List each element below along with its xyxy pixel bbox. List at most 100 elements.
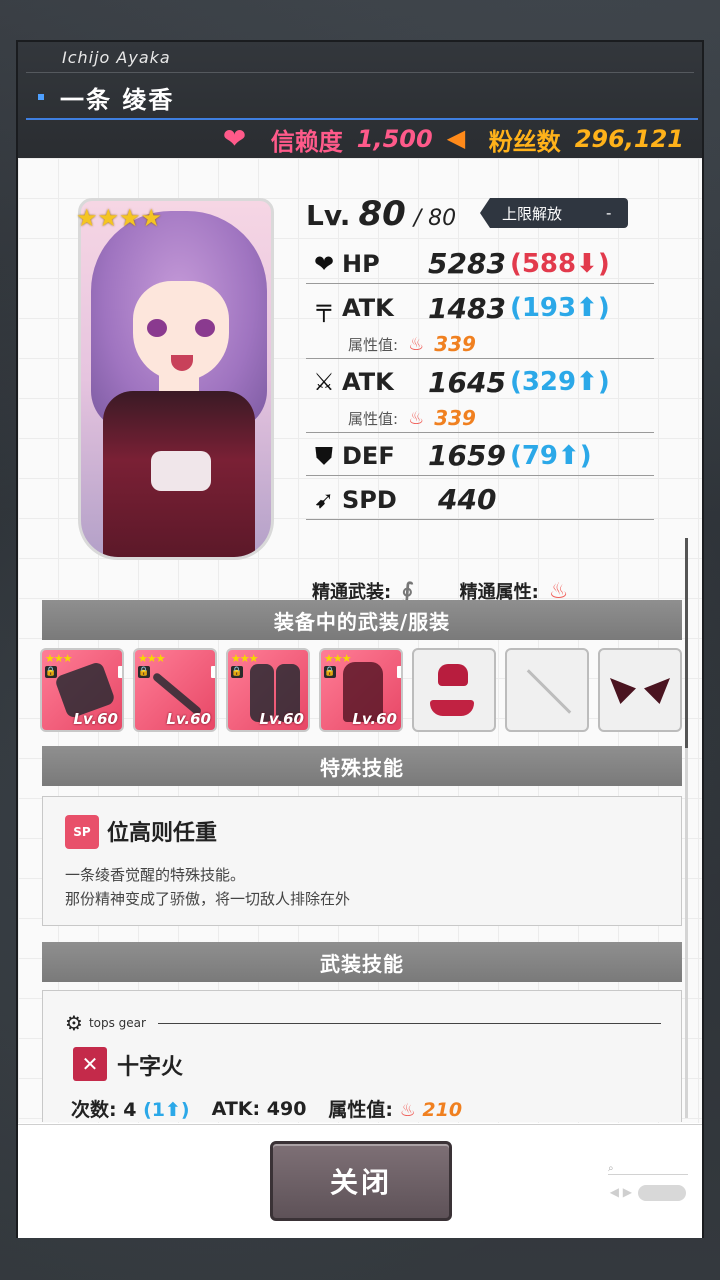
panel-footer: 关闭 ⌕ ◀ ▶ (18, 1124, 702, 1238)
attr-row-melee: 属性值: ♨ 339 (348, 406, 476, 430)
equip-side-tab (397, 666, 401, 678)
character-detail-panel: Ichijo Ayaka 一条 绫香 信赖度 1,500 粉丝数 296,121… (16, 40, 704, 1238)
fans-value: 296,121 (574, 125, 684, 153)
lock-icon: 🔒 (231, 666, 243, 678)
level-row: Lv. 80 / 80 (306, 194, 456, 234)
equip-slot-1[interactable]: ★★★ 🔒 Lv.60 (40, 648, 124, 732)
attr-value: 339 (434, 332, 476, 356)
equip-slot-3[interactable]: ★★★ 🔒 Lv.60 (226, 648, 310, 732)
cat-ears-icon (610, 678, 636, 704)
sp-skill-icon: SP (65, 815, 99, 849)
portrait-eye-right (195, 319, 215, 337)
fans-label: 粉丝数 (488, 127, 561, 156)
attr-group: 属性值: ♨ 210 (328, 1095, 462, 1122)
special-skill-header: 特殊技能 (42, 746, 682, 786)
search-icon: ⌕ (608, 1163, 688, 1175)
divider (306, 358, 654, 359)
weapon-skill-header: 武装技能 (42, 942, 682, 982)
count-group: 次数: 4 (1⬆) (71, 1095, 190, 1122)
equip-side-tab (211, 666, 215, 678)
header-divider (26, 72, 694, 73)
attr-label: 属性值: (348, 409, 399, 428)
character-name: 一条 绫香 (60, 86, 175, 114)
portrait-chest (151, 451, 211, 491)
attr-value: 339 (434, 406, 476, 430)
atk-group: ATK: 490 (212, 1098, 307, 1120)
count-value: 4 (123, 1099, 137, 1121)
weapon-skill-title: 十字火 (117, 1055, 184, 1080)
fire-icon: ♨ (408, 407, 425, 429)
stat-name: ATK (342, 368, 394, 396)
stat-value: 5283 (428, 247, 506, 280)
scrollbar-thumb[interactable] (685, 538, 688, 748)
count-label: 次数: (71, 1099, 117, 1121)
desc-line: 那份精神变成了骄傲，将一切敌人排除在外 (65, 890, 351, 908)
stat-name: HP (342, 249, 380, 278)
lock-icon: 🔒 (324, 666, 336, 678)
lock-icon: 🔒 (138, 666, 150, 678)
star-icon: ★★★★ (76, 204, 163, 232)
lock-icon: 🔒 (45, 666, 57, 678)
stat-row-hp: ❤ HP 5283 (588⬇) (306, 244, 654, 284)
stat-value: 1659 (428, 439, 506, 472)
stat-diff: (193⬆) (509, 293, 610, 323)
limit-break-badge[interactable]: 上限解放 - (480, 198, 628, 228)
special-skill-title: 位高则任重 (107, 821, 218, 846)
stat-name: DEF (342, 441, 395, 470)
megaphone-icon (447, 124, 475, 152)
name-underline (26, 118, 698, 120)
special-skill-card: SP 位高则任重 一条绫香觉醒的特殊技能。 那份精神变成了骄傲，将一切敌人排除在… (42, 796, 682, 926)
special-skill-desc: 一条绫香觉醒的特殊技能。 那份精神变成了骄傲，将一切敌人排除在外 (65, 863, 350, 911)
costume-slot-accessory[interactable] (598, 648, 682, 732)
cat-ears-icon (644, 678, 670, 704)
equip-side-tab (118, 666, 122, 678)
arrows-icon: ◀ ▶ (609, 1185, 632, 1199)
limit-break-label: 上限解放 (502, 204, 563, 223)
shield-icon: ⛊ (315, 441, 333, 470)
stat-value: 1483 (428, 291, 506, 325)
toggle-pill (638, 1185, 686, 1201)
equip-stars: ★★★ (45, 652, 73, 665)
weapon-skill-stats: 次数: 4 (1⬆) ATK: 490 属性值: ♨ 210 (71, 1095, 462, 1122)
close-button[interactable]: 关闭 (270, 1141, 452, 1221)
level-label: Lv. (306, 199, 351, 232)
stat-row-def: ⛊ DEF 1659 (79⬆) (306, 436, 654, 476)
stat-diff: (79⬆) (509, 440, 592, 471)
tops-gear-label: tops gear (88, 1016, 146, 1030)
wing-icon: ➹ (313, 485, 335, 514)
equip-slot-2[interactable]: ★★★ 🔒 Lv.60 (133, 648, 217, 732)
equipment-row: ★★★ 🔒 Lv.60 ★★★ 🔒 Lv.60 ★★★ 🔒 Lv.60 ★★★ … (40, 648, 682, 732)
stat-name: SPD (342, 485, 397, 514)
costume-top-icon (438, 664, 468, 686)
equip-level: Lv.60 (259, 710, 304, 728)
trust-fans-bar: 信赖度 1,500 粉丝数 296,121 (223, 122, 684, 156)
attr-label: 属性值: (328, 1099, 394, 1121)
stat-name: ATK (342, 294, 394, 322)
fire-icon: ♨ (399, 1100, 416, 1121)
fire-icon: ♨ (408, 333, 425, 355)
equip-stars: ★★★ (231, 652, 259, 665)
rarity-stars: ★★★★ (76, 206, 162, 230)
stat-row-spd: ➹ SPD 440 (306, 480, 654, 520)
trust-value: 1,500 (356, 125, 433, 153)
gear-arm-icon: ⚙ (65, 1011, 83, 1035)
sword-icon: ⚔ (313, 368, 335, 396)
costume-slot-top[interactable] (412, 648, 496, 732)
portrait-eye-left (147, 319, 167, 337)
atk-value: 490 (266, 1097, 307, 1120)
attr-row-ranged: 属性值: ♨ 339 (348, 332, 476, 356)
stat-row-atk-melee: ⚔ ATK 1645 (329⬆) (306, 362, 654, 402)
stat-value: 440 (438, 483, 497, 516)
attr-value: 210 (422, 1099, 463, 1121)
empty-slot-icon (526, 669, 572, 714)
cross-fire-skill-icon: ✕ (73, 1047, 107, 1081)
level-max: / 80 (413, 206, 457, 231)
tops-gear-row: ⚙ tops gear (65, 1011, 661, 1035)
equip-level: Lv.60 (73, 710, 118, 728)
equip-slot-4[interactable]: ★★★ 🔒 Lv.60 (319, 648, 403, 732)
character-portrait (78, 198, 274, 560)
stat-row-atk-ranged: ╤ ATK 1483 (193⬆) (306, 288, 654, 328)
equip-level: Lv.60 (352, 710, 397, 728)
equipped-section-header: 装备中的武装/服装 (42, 600, 682, 640)
costume-slot-empty[interactable] (505, 648, 589, 732)
